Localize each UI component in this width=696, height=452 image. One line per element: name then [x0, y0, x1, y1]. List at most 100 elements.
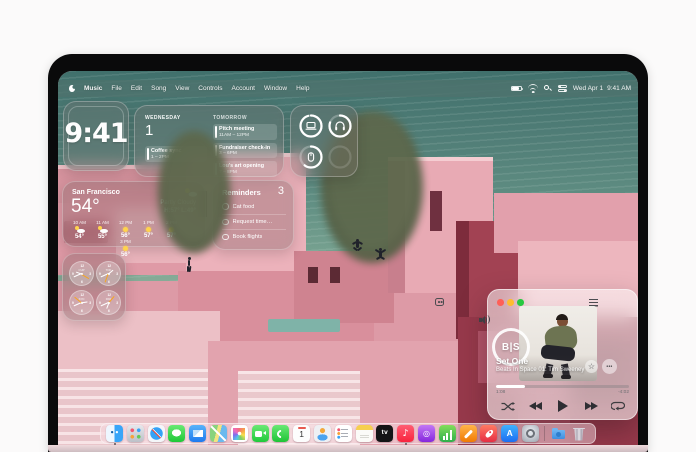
- reminder-item[interactable]: Book flights: [222, 229, 286, 244]
- world-clock-widget[interactable]: 12 3 6 9 CUP 12 3 6 9 TOK 12 3 6 9 SYD 12 3 6 9 PAR: [62, 253, 126, 321]
- menu-item-view[interactable]: View: [175, 85, 189, 92]
- camera-lens: [262, 431, 266, 435]
- sun-icon: [123, 246, 128, 251]
- camera-body: [254, 430, 262, 437]
- dock-app-store-icon[interactable]: A: [501, 425, 519, 442]
- lyrics-icon[interactable]: [435, 298, 444, 306]
- zoom-button[interactable]: [517, 299, 524, 306]
- weather-temperature: 54°: [71, 196, 100, 217]
- calendar-day-glyph: 1: [299, 429, 305, 439]
- clock-face-tokyo: 12 3 6 9 TOK: [96, 261, 121, 286]
- next-button[interactable]: [580, 397, 602, 415]
- weather-hour-temp: 54°: [74, 234, 85, 240]
- remaining-time: -4:02: [618, 390, 629, 395]
- weather-hour: 10 AM 54°: [68, 220, 91, 240]
- reminder-item[interactable]: Cat food: [222, 199, 286, 214]
- reminders-count: 3: [277, 185, 284, 197]
- menu-item-controls[interactable]: Controls: [198, 85, 222, 92]
- album-art-figure: [556, 314, 568, 320]
- wallpaper-shape: [308, 267, 318, 283]
- dock-downloads-folder-icon[interactable]: [550, 425, 567, 442]
- menu-item-music[interactable]: Music: [84, 85, 102, 92]
- control-center-icon[interactable]: [557, 84, 567, 93]
- repeat-button[interactable]: [607, 397, 629, 415]
- laptop-base: [48, 445, 648, 452]
- weather-hour: 12 PM 56°: [114, 220, 137, 239]
- calendar-event[interactable]: Pitch meeting 11AM – 12PM: [213, 124, 277, 140]
- calendar-event-time: 11AM – 12PM: [219, 132, 250, 138]
- dock-finder-icon[interactable]: [106, 425, 123, 445]
- menu-bar-date: Wed Apr 1: [572, 85, 604, 92]
- weather-hour-label: 10 AM: [72, 220, 87, 225]
- reminder-item[interactable]: Request time…: [222, 214, 286, 229]
- calendar-event-title: Fundraiser check-in: [219, 144, 271, 151]
- gear-icon: [525, 429, 535, 438]
- handset-glyph: [275, 427, 287, 440]
- previous-button[interactable]: [524, 397, 546, 415]
- dock-trash-icon[interactable]: [570, 425, 587, 442]
- play-button[interactable]: [552, 397, 574, 415]
- calendar-weekday: WEDNESDAY: [145, 115, 181, 121]
- music-mini-player-window[interactable]: B|S Set One Beats In Space 01: Tim Sween…: [435, 289, 638, 420]
- dock-phone-icon[interactable]: [272, 425, 290, 442]
- airplay-icon[interactable]: [463, 306, 472, 315]
- dock-safari-icon[interactable]: [147, 425, 165, 442]
- dock-rocket-app-icon[interactable]: [480, 425, 498, 442]
- menu-bar-time: 9:41 AM: [607, 85, 631, 92]
- weather-city: San Francisco: [72, 189, 120, 196]
- rocket-glyph: [484, 428, 494, 439]
- dock-tv-icon[interactable]: tv: [376, 425, 394, 442]
- dock-launchpad-icon[interactable]: [126, 425, 144, 442]
- menu-item-window[interactable]: Window: [264, 85, 287, 92]
- battery-ring-laptop: [298, 113, 324, 139]
- battery-ring-headphones: [327, 113, 353, 139]
- calendar-event-time: 3 – 6PM: [219, 151, 237, 156]
- dock-podcasts-icon[interactable]: ◎: [417, 425, 435, 442]
- clock-city-label: CUP: [78, 268, 85, 272]
- menu-item-file[interactable]: File: [111, 85, 121, 92]
- battery-icon[interactable]: [510, 85, 524, 92]
- dock-pages-icon[interactable]: [459, 425, 477, 442]
- dock-messages-icon[interactable]: [168, 425, 186, 442]
- search-icon[interactable]: [543, 84, 552, 93]
- wifi-icon[interactable]: [527, 83, 538, 93]
- clock-city-label: TOK: [105, 268, 112, 272]
- dock-maps-icon[interactable]: [209, 425, 227, 442]
- dock-reminders-icon[interactable]: [334, 425, 352, 442]
- track-subtitle: Beats In Space 01: Tim Sweeney: [496, 367, 585, 373]
- dock-numbers-icon[interactable]: [438, 425, 456, 442]
- menu-item-song[interactable]: Song: [151, 85, 166, 92]
- dock-music-icon[interactable]: ♪: [397, 425, 415, 445]
- menu-item-edit[interactable]: Edit: [131, 85, 142, 92]
- close-button[interactable]: [497, 299, 504, 306]
- reminder-label: Cat food: [232, 203, 255, 210]
- dock-settings-icon[interactable]: [521, 425, 539, 442]
- dock-mail-icon[interactable]: [189, 425, 207, 442]
- more-button[interactable]: •••: [602, 359, 617, 374]
- dock-contacts-icon[interactable]: [313, 425, 331, 442]
- weather-hour-label: 11 AM: [96, 220, 109, 225]
- checkbox-circle-icon[interactable]: [222, 233, 229, 241]
- menu-bar: Music File Edit Song View Controls Accou…: [58, 80, 638, 97]
- menu-bar-clock[interactable]: Wed Apr 1 9:41 AM: [573, 85, 631, 92]
- favorite-star-button[interactable]: ☆: [585, 360, 598, 373]
- shuffle-button[interactable]: [497, 397, 519, 415]
- dock-notes-icon[interactable]: [355, 425, 373, 442]
- music-note-glyph: ♪: [402, 427, 409, 439]
- clock-widget[interactable]: 9:41: [63, 101, 129, 171]
- apple-menu-icon[interactable]: [69, 85, 75, 92]
- minimize-button[interactable]: [507, 299, 514, 306]
- dock-calendar-icon[interactable]: 1: [293, 425, 311, 442]
- weather-hour-label: 1 PM: [143, 220, 154, 225]
- volume-icon[interactable]: [479, 315, 490, 324]
- wallpaper-tree: [158, 131, 230, 253]
- dock-facetime-icon[interactable]: [251, 425, 269, 442]
- progress-bar[interactable]: [496, 385, 629, 388]
- menu-item-help[interactable]: Help: [296, 85, 309, 92]
- menu-item-account[interactable]: Account: [232, 85, 256, 92]
- dock-photos-icon[interactable]: [230, 425, 248, 442]
- screen: Music File Edit Song View Controls Accou…: [58, 71, 638, 445]
- batteries-widget[interactable]: [290, 105, 358, 177]
- rewind-icon: [534, 402, 542, 410]
- weather-hour: 1 PM 57°: [137, 220, 160, 239]
